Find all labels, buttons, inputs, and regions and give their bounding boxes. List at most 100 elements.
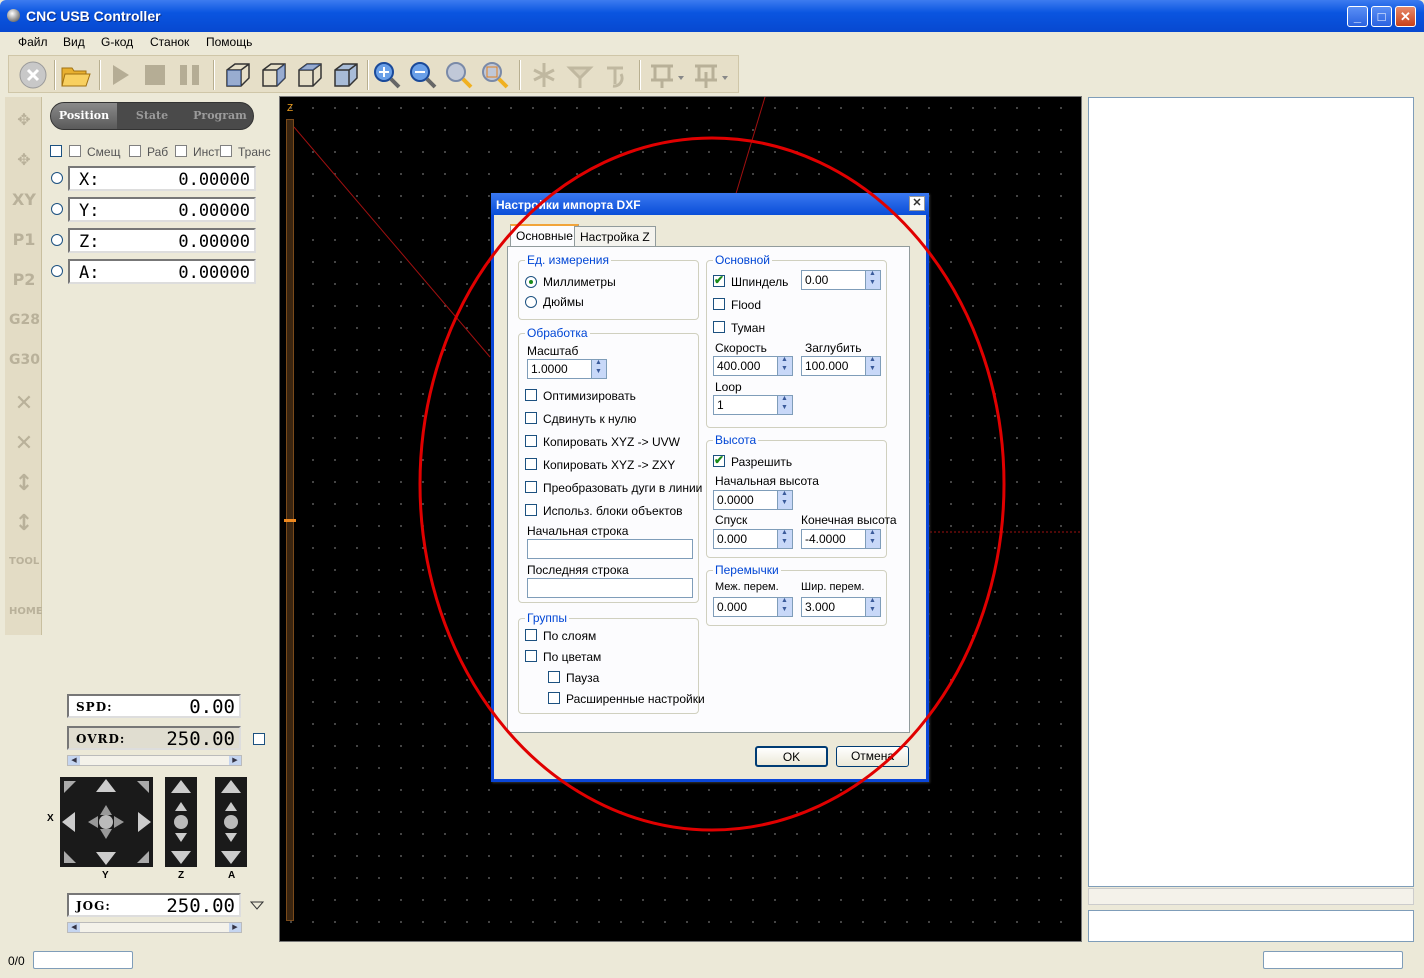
goto-p2-button[interactable]: P2: [9, 265, 39, 295]
loop-spinner[interactable]: 1: [713, 395, 793, 415]
menu-gcode[interactable]: G-код: [101, 35, 133, 49]
zoom-fit-icon[interactable]: [444, 60, 474, 90]
depth-spinner[interactable]: 100.000: [801, 356, 881, 376]
jog-z-pad[interactable]: [165, 777, 197, 867]
menu-help[interactable]: Помощь: [206, 35, 252, 49]
jog-display[interactable]: JOG: 250.00: [67, 893, 241, 917]
trans-checkbox[interactable]: [220, 145, 232, 157]
spindle-spinner[interactable]: 0.00: [801, 270, 881, 290]
inch-radio[interactable]: [525, 296, 537, 308]
ovrd-checkbox[interactable]: [253, 733, 265, 745]
pause-checkbox[interactable]: [548, 671, 560, 683]
start-height-spinner[interactable]: 0.0000: [713, 490, 793, 510]
fixture2-icon[interactable]: [691, 60, 731, 90]
maximize-button[interactable]: □: [1371, 6, 1392, 27]
by-colors-checkbox[interactable]: [525, 650, 537, 662]
fixture-icon[interactable]: [647, 60, 687, 90]
stop-square-icon[interactable]: [140, 60, 170, 90]
cube-iso-icon[interactable]: [295, 60, 325, 90]
mist-checkbox[interactable]: [713, 321, 725, 333]
gcode-panel[interactable]: [1088, 97, 1414, 887]
ovrd-slider[interactable]: ◀ ▶: [67, 755, 242, 766]
scroll-left-icon[interactable]: ◀: [68, 756, 80, 765]
offset-checkbox[interactable]: [69, 145, 81, 157]
jog-a-pad[interactable]: [215, 777, 247, 867]
dro-a[interactable]: A: 0.00000: [68, 259, 256, 284]
menu-file[interactable]: Файл: [18, 35, 48, 49]
g30-button[interactable]: G30: [9, 345, 40, 375]
dialog-close-icon[interactable]: ✕: [909, 196, 925, 211]
cancel-button[interactable]: Отмена: [836, 746, 909, 767]
zero-z2-icon[interactable]: ↕: [9, 509, 39, 539]
descent-spinner[interactable]: 0.000: [713, 529, 793, 549]
scroll-right-icon[interactable]: ▶: [229, 756, 241, 765]
scroll-left-icon[interactable]: ◀: [68, 923, 80, 932]
move-xy2-icon[interactable]: ✥: [9, 145, 39, 175]
cube-front-icon[interactable]: [223, 60, 253, 90]
bridge-width-spinner[interactable]: 3.000: [801, 597, 881, 617]
mm-radio[interactable]: [525, 276, 537, 288]
axis-x-radio[interactable]: [51, 172, 63, 184]
jog-dropdown-icon[interactable]: [249, 900, 265, 914]
ok-button[interactable]: OK: [755, 746, 828, 767]
zero-all-icon[interactable]: ✕: [9, 389, 39, 419]
axis-y-radio[interactable]: [51, 203, 63, 215]
close-button[interactable]: ✕: [1395, 6, 1416, 27]
end-line-input[interactable]: [527, 578, 693, 598]
tab-basic[interactable]: Основные: [510, 224, 579, 247]
tab-z-settings[interactable]: Настройка Z: [574, 226, 656, 247]
scroll-right-icon[interactable]: ▶: [229, 923, 241, 932]
command-input[interactable]: [1088, 910, 1414, 942]
bridge-dist-spinner[interactable]: 0.000: [713, 597, 793, 617]
minimize-button[interactable]: _: [1347, 6, 1368, 27]
height-enable-checkbox[interactable]: [713, 453, 725, 467]
start-line-input[interactable]: [527, 539, 693, 559]
speed-spinner[interactable]: 400.000: [713, 356, 793, 376]
play-icon[interactable]: [105, 60, 135, 90]
cube-side-icon[interactable]: [259, 60, 289, 90]
tool-checkbox[interactable]: [175, 145, 187, 157]
tab-position[interactable]: Position: [51, 103, 117, 129]
scale-spinner[interactable]: 1.0000: [527, 359, 607, 379]
shift-zero-checkbox[interactable]: [525, 412, 537, 424]
goto-xy-button[interactable]: XY: [9, 185, 39, 215]
goto-p1-button[interactable]: P1: [9, 225, 39, 255]
home-button[interactable]: HOME: [9, 597, 43, 627]
menu-view[interactable]: Вид: [63, 35, 85, 49]
tool-button[interactable]: TOOL: [9, 547, 39, 577]
pause-icon[interactable]: [175, 60, 205, 90]
zoom-in-icon[interactable]: [372, 60, 402, 90]
by-layers-checkbox[interactable]: [525, 629, 537, 641]
jog-slider[interactable]: ◀ ▶: [67, 922, 242, 933]
tool-change-icon[interactable]: [601, 60, 631, 90]
dro-x[interactable]: X: 0.00000: [68, 166, 256, 191]
zoom-out-icon[interactable]: [408, 60, 438, 90]
jog-xy-pad[interactable]: [60, 777, 153, 867]
advanced-checkbox[interactable]: [548, 692, 560, 704]
move-xy-icon[interactable]: ✥: [9, 105, 39, 135]
spindle-checkbox[interactable]: [713, 273, 725, 287]
copy-zxy-checkbox[interactable]: [525, 458, 537, 470]
ovrd-display[interactable]: OVRD: 250.00: [67, 726, 241, 750]
dro-y[interactable]: Y: 0.00000: [68, 197, 256, 222]
use-blocks-checkbox[interactable]: [525, 504, 537, 516]
cube-top-icon[interactable]: [331, 60, 361, 90]
open-icon[interactable]: [60, 60, 91, 90]
zero-z-icon[interactable]: ↕: [9, 469, 39, 499]
optimize-checkbox[interactable]: [525, 389, 537, 401]
tool-probe-icon[interactable]: [565, 60, 595, 90]
zoom-window-icon[interactable]: [480, 60, 510, 90]
zero-xy-icon[interactable]: ✕: [9, 429, 39, 459]
gcode-hscroll[interactable]: [1088, 888, 1414, 905]
axis-a-radio[interactable]: [51, 265, 63, 277]
dro-z[interactable]: Z: 0.00000: [68, 228, 256, 253]
tab-state[interactable]: State: [119, 103, 185, 129]
flood-checkbox[interactable]: [713, 298, 725, 310]
probe-icon[interactable]: [529, 60, 559, 90]
end-height-spinner[interactable]: -4.0000: [801, 529, 881, 549]
copy-uvw-checkbox[interactable]: [525, 435, 537, 447]
g28-button[interactable]: G28: [9, 305, 40, 335]
work-checkbox[interactable]: [129, 145, 141, 157]
coord-all-checkbox[interactable]: [50, 145, 62, 157]
axis-z-radio[interactable]: [51, 234, 63, 246]
